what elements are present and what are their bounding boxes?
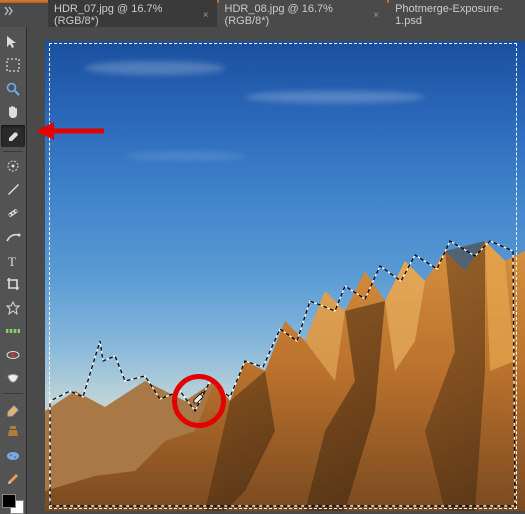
marquee-tool[interactable]	[1, 55, 25, 77]
toolbar-divider	[3, 393, 23, 394]
red-eye-tool[interactable]	[1, 344, 25, 366]
image-rocks-region	[45, 231, 525, 511]
sponge-tool[interactable]	[1, 445, 25, 467]
color-swatches[interactable]	[2, 494, 24, 514]
patch-tool[interactable]	[1, 226, 25, 248]
move-tool[interactable]	[1, 31, 25, 53]
brush-tool[interactable]	[1, 179, 25, 201]
whiten-teeth-tool[interactable]	[1, 368, 25, 390]
zoom-tool[interactable]	[1, 78, 25, 100]
cookie-cutter-tool[interactable]	[1, 297, 25, 319]
document-tab[interactable]: Photmerge-Exposure-1.psd	[389, 0, 525, 30]
spot-heal-tool[interactable]	[1, 203, 25, 225]
toolbar-divider	[3, 151, 23, 152]
eraser-tool[interactable]	[1, 398, 25, 420]
foreground-color-swatch[interactable]	[2, 494, 16, 508]
close-icon[interactable]: ×	[371, 10, 381, 21]
tab-label: HDR_08.jpg @ 16.7% (RGB/8*)	[225, 3, 368, 27]
straighten-tool[interactable]	[1, 320, 25, 342]
image-cloud	[85, 61, 225, 75]
canvas-area	[27, 27, 525, 514]
crop-tool[interactable]	[1, 273, 25, 295]
image-cloud	[125, 151, 245, 161]
document-tab[interactable]: HDR_07.jpg @ 16.7% (RGB/8*) ×	[48, 0, 217, 30]
svg-text:T: T	[8, 254, 16, 269]
pencil-tool[interactable]	[1, 469, 25, 491]
tools-toolbar: T	[0, 27, 27, 514]
type-tool[interactable]: T	[1, 250, 25, 272]
image-cloud	[245, 91, 425, 103]
tab-label: HDR_07.jpg @ 16.7% (RGB/8*)	[54, 3, 197, 27]
document-canvas[interactable]	[45, 41, 525, 511]
close-icon[interactable]: ×	[201, 10, 211, 21]
clone-stamp-tool[interactable]	[1, 422, 25, 444]
expand-panels-button[interactable]	[4, 6, 16, 18]
quick-selection-tool[interactable]	[1, 156, 25, 178]
document-tab-bar: HDR_07.jpg @ 16.7% (RGB/8*) × HDR_08.jpg…	[0, 3, 525, 27]
hand-tool[interactable]	[1, 102, 25, 124]
document-tab[interactable]: HDR_08.jpg @ 16.7% (RGB/8*) ×	[219, 0, 388, 30]
tab-label: Photmerge-Exposure-1.psd	[395, 3, 519, 27]
eyedropper-tool[interactable]	[1, 125, 25, 147]
